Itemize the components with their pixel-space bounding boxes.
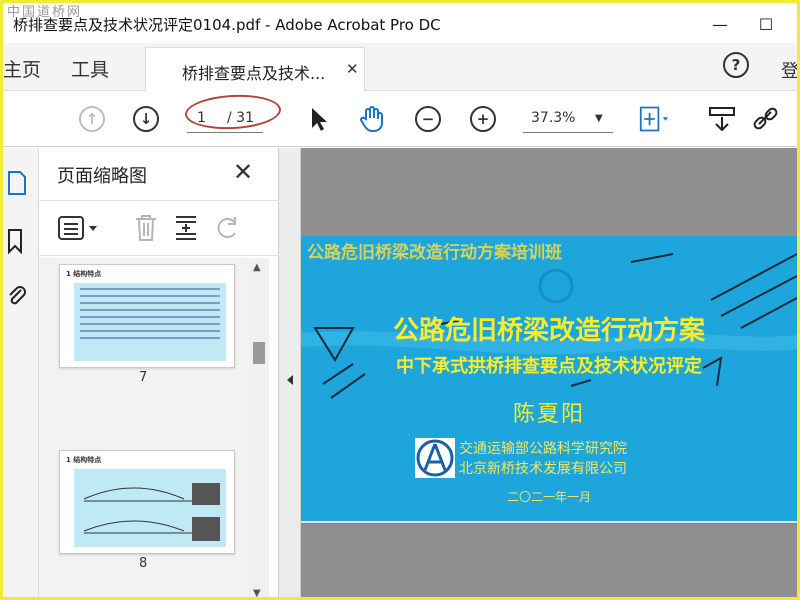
document-view[interactable]: 公路危旧桥梁改造行动方案培训班 公路危旧桥梁改造行动方案 中下承式拱桥排查要点及… xyxy=(301,148,797,597)
zoom-select[interactable]: 37.3% ▼ xyxy=(523,107,613,133)
panel-collapse-handle[interactable] xyxy=(279,148,301,597)
select-cursor-icon[interactable] xyxy=(303,104,333,134)
sign-in-button[interactable]: 登 xyxy=(781,57,797,83)
page-fit-icon[interactable] xyxy=(639,104,669,134)
thumbnail-content xyxy=(74,469,226,547)
options-menu-icon[interactable] xyxy=(57,215,101,241)
tab-bar: 主页 工具 桥排查要点及技术... ✕ ? 登 xyxy=(3,43,797,91)
maximize-button[interactable]: ☐ xyxy=(743,7,789,41)
close-panel-icon[interactable]: ✕ xyxy=(233,158,253,186)
tab-document[interactable]: 桥排查要点及技术... ✕ xyxy=(145,47,365,91)
page-thumbnail[interactable]: 1 结构特点 xyxy=(59,450,235,554)
annotation-oval xyxy=(184,92,282,132)
zoom-out-icon[interactable]: − xyxy=(413,104,443,134)
panel-tools xyxy=(39,200,279,256)
thumbnail-page-number: 8 xyxy=(139,556,148,571)
page-thumbnails-icon[interactable] xyxy=(7,170,27,196)
slide-organization-1: 交通运输部公路科学研究院 xyxy=(459,441,627,457)
document-tab-label: 桥排查要点及技术... xyxy=(182,64,326,83)
zoom-in-icon[interactable]: + xyxy=(468,104,498,134)
thumbnails-panel: 页面缩略图 ✕ 1 结构特点 7 1 结构特点 8 ▲ ▼ xyxy=(39,148,279,597)
title-bar: 中国道桥网 桥排查要点及技术状况评定0104.pdf - Adobe Acrob… xyxy=(3,3,797,43)
thumbnail-list: 1 结构特点 7 1 结构特点 8 xyxy=(39,258,269,597)
slide-author: 陈夏阳 xyxy=(512,402,585,427)
panel-title: 页面缩略图 xyxy=(57,166,147,187)
left-rail xyxy=(3,148,39,597)
help-icon[interactable]: ? xyxy=(723,52,749,78)
tab-home[interactable]: 主页 xyxy=(3,55,41,82)
organization-logo xyxy=(415,438,455,478)
thumbnail-content xyxy=(74,283,226,361)
attachment-icon[interactable] xyxy=(7,284,27,310)
thumbnail-page-number: 7 xyxy=(139,370,148,385)
slide-date: 二〇二一年一月 xyxy=(506,490,591,504)
thumbnail-scrollbar[interactable]: ▲ ▼ xyxy=(249,258,269,597)
tab-tools[interactable]: 工具 xyxy=(71,55,109,82)
next-page-icon[interactable]: ↓ xyxy=(131,104,161,134)
rotate-page-icon[interactable] xyxy=(213,213,243,243)
delete-page-icon[interactable] xyxy=(133,213,159,243)
share-link-icon[interactable] xyxy=(751,104,781,134)
scroll-thumb[interactable] xyxy=(253,342,265,364)
thumbnail-heading: 1 结构特点 xyxy=(66,270,102,278)
hand-tool-icon[interactable] xyxy=(357,104,387,134)
slide-banner: 公路危旧桥梁改造行动方案培训班 xyxy=(307,243,562,263)
slide-decoration xyxy=(301,253,797,523)
previous-page-icon[interactable]: ↑ xyxy=(77,104,107,134)
close-tab-icon[interactable]: ✕ xyxy=(346,60,359,78)
scroll-down-icon[interactable]: ▼ xyxy=(253,588,261,597)
toolbar: ↑ ↓ 1 / 31 − + 37.3% ▼ xyxy=(3,91,797,147)
slide-title: 公路危旧桥梁改造行动方案 xyxy=(392,316,705,346)
page-thumbnail[interactable]: 1 结构特点 xyxy=(59,264,235,368)
minimize-button[interactable]: — xyxy=(697,7,743,41)
slide-organization-2: 北京新桥技术发展有限公司 xyxy=(459,461,627,477)
zoom-value: 37.3% xyxy=(531,110,576,126)
slide-subtitle: 中下承式拱桥排查要点及技术状况评定 xyxy=(396,356,702,377)
app-window: 中国道桥网 桥排查要点及技术状况评定0104.pdf - Adobe Acrob… xyxy=(0,0,800,600)
thumbnail-heading: 1 结构特点 xyxy=(66,456,102,464)
bookmark-icon[interactable] xyxy=(7,228,27,254)
read-mode-icon[interactable] xyxy=(707,104,737,134)
pdf-page: 公路危旧桥梁改造行动方案培训班 公路危旧桥梁改造行动方案 中下承式拱桥排查要点及… xyxy=(301,236,797,524)
chevron-down-icon: ▼ xyxy=(595,113,603,124)
scroll-up-icon[interactable]: ▲ xyxy=(253,262,261,273)
chevron-left-icon[interactable] xyxy=(285,374,295,386)
window-title: 桥排查要点及技术状况评定0104.pdf - Adobe Acrobat Pro… xyxy=(13,16,441,34)
insert-page-icon[interactable] xyxy=(173,213,199,243)
